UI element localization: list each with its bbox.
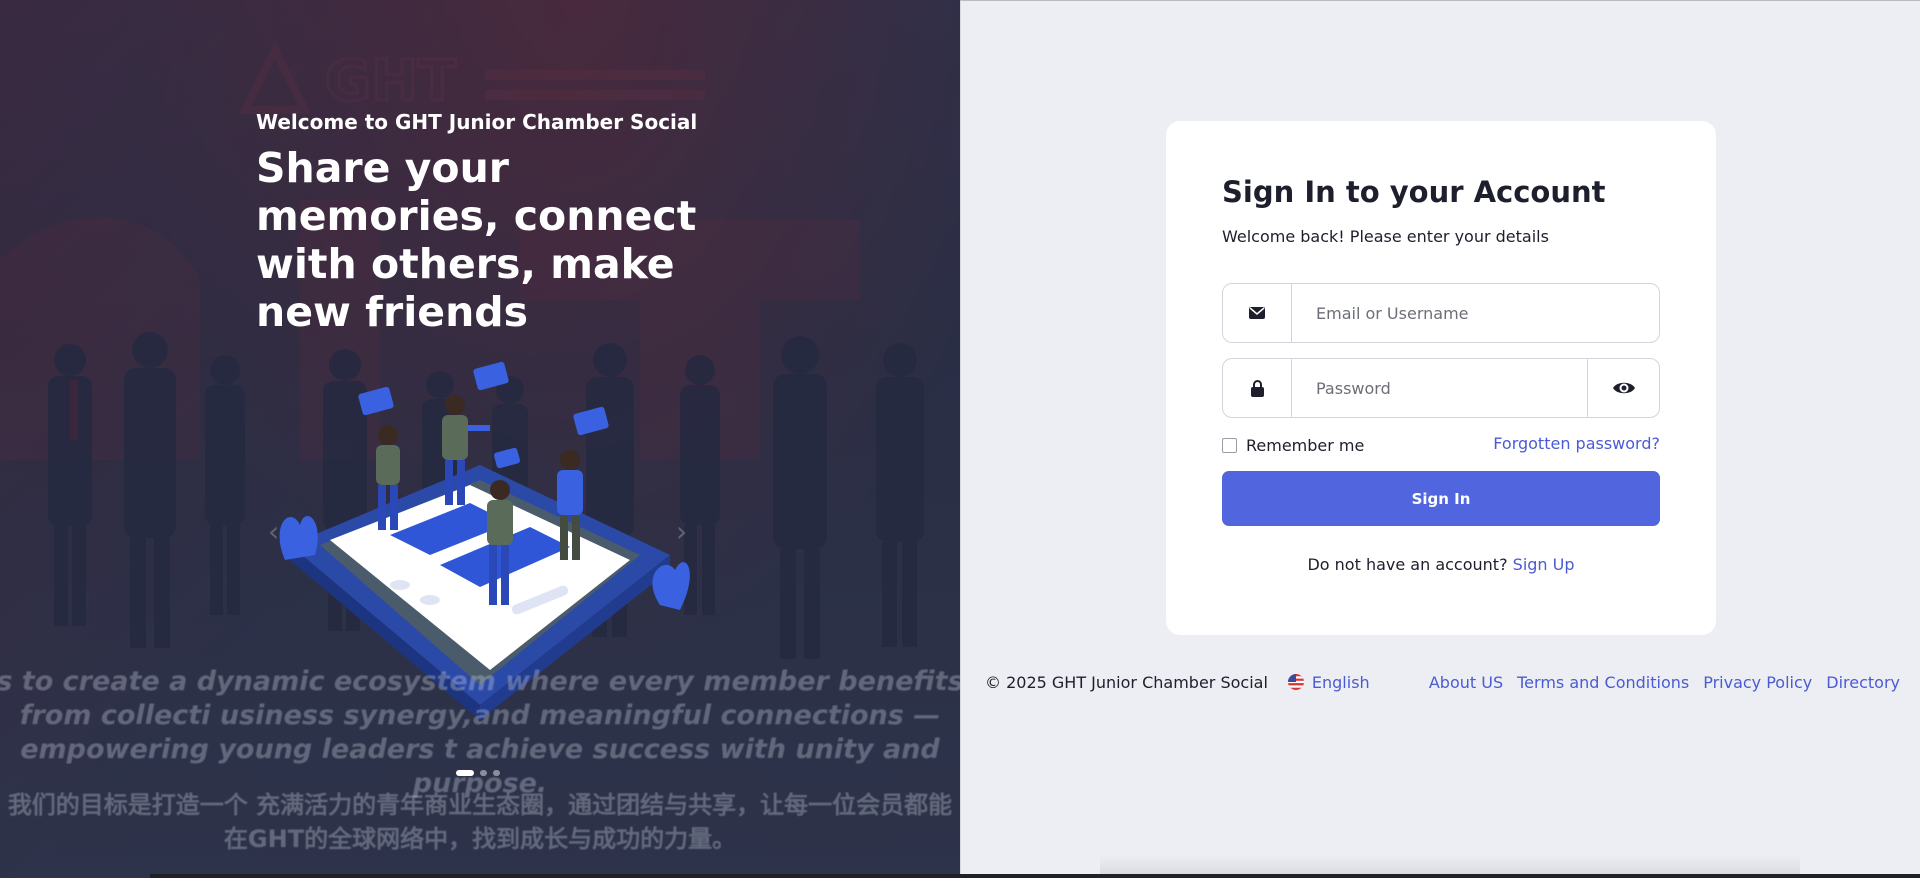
carousel-indicators <box>456 770 500 776</box>
forgot-password-link[interactable]: Forgotten password? <box>1493 434 1660 453</box>
remember-me-toggle[interactable]: Remember me <box>1222 436 1364 455</box>
eye-icon[interactable] <box>1587 359 1659 417</box>
signup-link[interactable]: Sign Up <box>1513 555 1575 574</box>
language-label: English <box>1311 672 1370 692</box>
signup-prompt-row: Do not have an account? Sign Up <box>1166 555 1716 574</box>
hero-panel: GHT Welcome to GHT Junior Chamber Social… <box>0 0 960 878</box>
password-input[interactable] <box>1292 359 1587 417</box>
footer-link-directory[interactable]: Directory <box>1826 673 1900 692</box>
signin-title: Sign In to your Account <box>1222 175 1606 209</box>
signup-prompt-text: Do not have an account? <box>1307 555 1508 574</box>
carousel-dot[interactable] <box>480 770 487 776</box>
email-input[interactable] <box>1292 284 1659 342</box>
signin-card: Sign In to your Account Welcome back! Pl… <box>1166 121 1716 635</box>
footer-links: About US Terms and Conditions Privacy Po… <box>1429 673 1900 692</box>
envelope-icon <box>1223 284 1292 342</box>
footer-link-privacy[interactable]: Privacy Policy <box>1703 673 1812 692</box>
hero-caption-english: s to create a dynamic ecosystem where ev… <box>0 666 960 799</box>
carousel-dot[interactable] <box>493 770 500 776</box>
carousel-next-icon[interactable]: › <box>676 515 687 548</box>
copyright-text: © 2025 GHT Junior Chamber Social <box>985 672 1268 692</box>
remember-me-label: Remember me <box>1246 436 1365 455</box>
footer-link-about[interactable]: About US <box>1429 673 1503 692</box>
carousel-dot[interactable] <box>456 770 474 776</box>
us-flag-icon <box>1287 674 1304 690</box>
carousel-prev-icon[interactable]: ‹ <box>268 515 279 548</box>
password-field-group <box>1222 358 1660 418</box>
remember-me-checkbox[interactable] <box>1222 438 1237 453</box>
top-divider <box>960 0 1920 1</box>
bottom-edge-bar <box>150 874 1920 878</box>
footer-link-terms[interactable]: Terms and Conditions <box>1517 673 1689 692</box>
hero-caption-chinese: 我们的目标是打造一个 充满活力的青年商业生态圈，通过团结与共享，让每一位会员都能… <box>7 791 953 853</box>
signin-subtitle: Welcome back! Please enter your details <box>1222 227 1549 246</box>
footer: © 2025 GHT Junior Chamber Social English… <box>985 671 1900 693</box>
email-field-group <box>1222 283 1660 343</box>
signin-button[interactable]: Sign In <box>1222 471 1660 526</box>
hero-headline: Share your memories, connect with others… <box>256 144 697 336</box>
language-selector[interactable]: English <box>1287 672 1370 692</box>
lock-icon <box>1223 359 1292 417</box>
hero-text-block: Welcome to GHT Junior Chamber Social Sha… <box>256 110 756 336</box>
hero-welcome-text: Welcome to GHT Junior Chamber Social <box>256 110 698 134</box>
